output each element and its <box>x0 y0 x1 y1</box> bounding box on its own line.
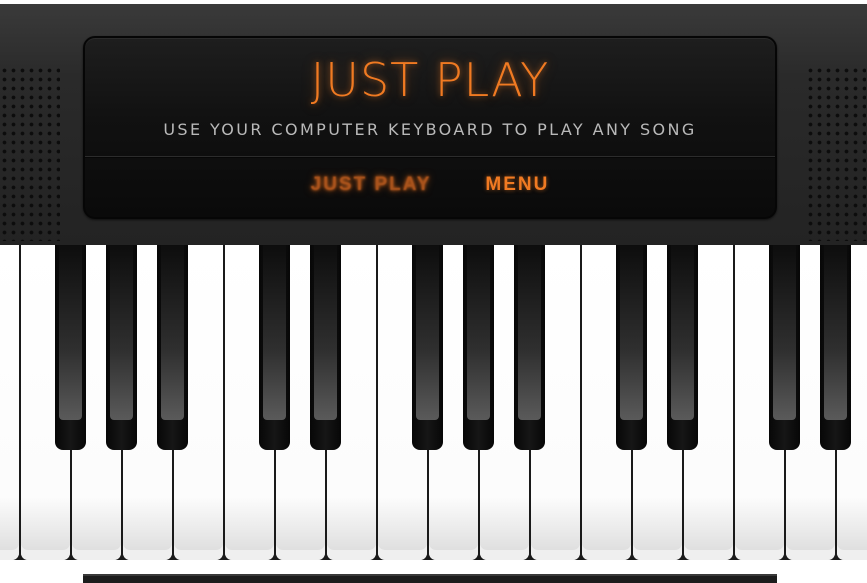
right-speaker-grille <box>806 66 866 241</box>
black-key[interactable] <box>310 245 341 450</box>
display-subtitle: USE YOUR COMPUTER KEYBOARD TO PLAY ANY S… <box>163 120 697 139</box>
black-key[interactable] <box>616 245 647 450</box>
black-key[interactable] <box>259 245 290 450</box>
black-key[interactable] <box>106 245 137 450</box>
control-panel: JUST PLAY USE YOUR COMPUTER KEYBOARD TO … <box>0 0 867 245</box>
black-key[interactable] <box>514 245 545 450</box>
display-divider <box>85 156 775 158</box>
piano-keyboard <box>0 245 867 583</box>
virtual-piano-app: JUST PLAY USE YOUR COMPUTER KEYBOARD TO … <box>0 0 867 583</box>
display-title: JUST PLAY <box>310 53 550 107</box>
black-key[interactable] <box>667 245 698 450</box>
left-speaker-grille <box>0 66 60 241</box>
black-key[interactable] <box>463 245 494 450</box>
black-key[interactable] <box>769 245 800 450</box>
black-key[interactable] <box>820 245 851 450</box>
bottom-panel-edge <box>83 574 777 583</box>
display-nav: JUST PLAY MENU <box>85 170 775 200</box>
nav-just-play[interactable]: JUST PLAY <box>311 170 432 200</box>
black-key[interactable] <box>157 245 188 450</box>
lcd-display: JUST PLAY USE YOUR COMPUTER KEYBOARD TO … <box>83 36 777 219</box>
black-key[interactable] <box>412 245 443 450</box>
nav-menu[interactable]: MENU <box>485 170 549 200</box>
black-key[interactable] <box>55 245 86 450</box>
white-key[interactable] <box>0 245 19 560</box>
